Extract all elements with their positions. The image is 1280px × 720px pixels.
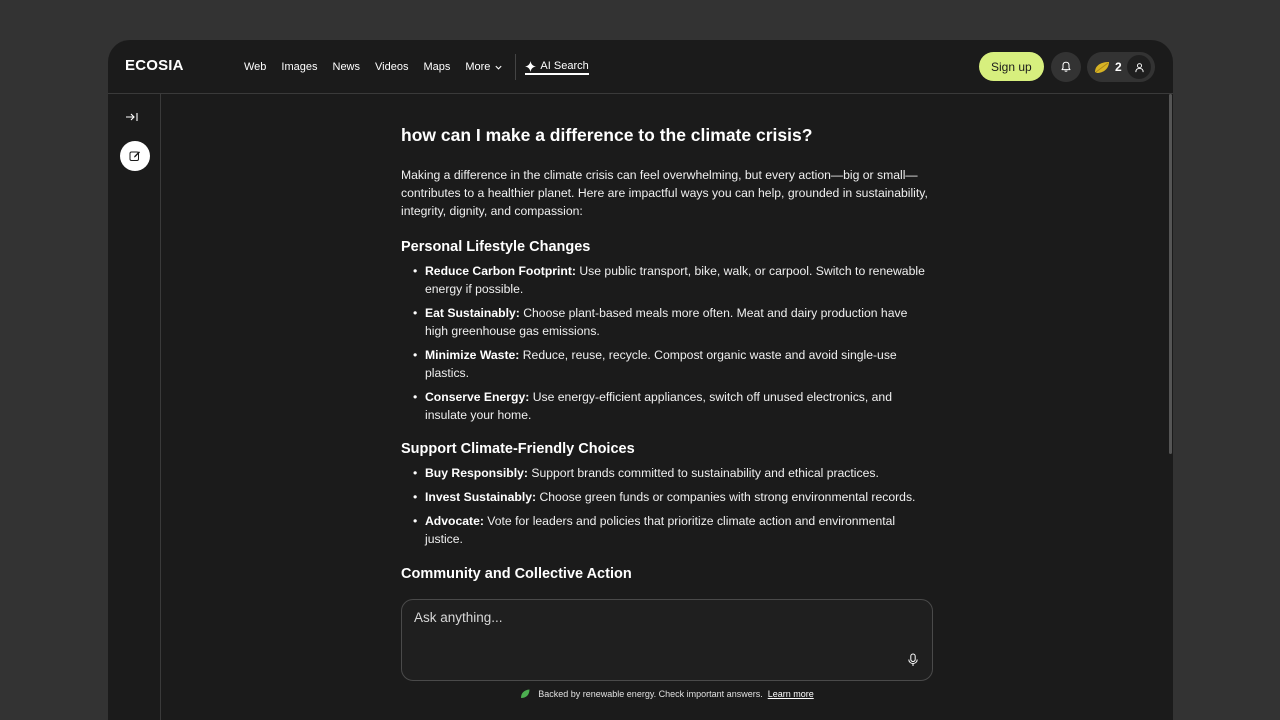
top-header: ECOSIA Web Images News Videos Maps More … [108, 40, 1173, 94]
tree-count: 2 [1115, 60, 1122, 74]
bullet-list: Reduce Carbon Footprint: Use public tran… [401, 262, 931, 424]
user-icon [1134, 62, 1144, 72]
list-item: Buy Responsibly: Support brands committe… [401, 464, 931, 482]
seed-icon [1095, 61, 1109, 73]
nav-news[interactable]: News [333, 61, 361, 73]
nav-ai-search-label: AI Search [540, 60, 589, 72]
nav-more-label: More [465, 61, 491, 73]
sidebar [108, 94, 161, 720]
notifications-button[interactable] [1051, 52, 1081, 82]
nav-maps[interactable]: Maps [423, 61, 450, 73]
item-term: Advocate: [425, 514, 484, 528]
list-item: Minimize Waste: Reduce, reuse, recycle. … [401, 346, 931, 382]
tree-counter[interactable]: 2 [1087, 52, 1155, 82]
new-chat-button[interactable] [120, 141, 150, 171]
nav-divider [515, 54, 517, 80]
item-term: Reduce Carbon Footprint: [425, 264, 576, 278]
nav-images[interactable]: Images [281, 61, 317, 73]
expand-sidebar-icon[interactable] [125, 110, 139, 124]
ecosia-logo[interactable]: ECOSIA [125, 57, 184, 74]
item-term: Conserve Energy: [425, 390, 530, 404]
sign-up-button[interactable]: Sign up [979, 52, 1044, 81]
footer-note: Backed by renewable energy. Check import… [401, 689, 933, 699]
nav-ai-search[interactable]: AI Search [525, 40, 590, 94]
item-term: Buy Responsibly: [425, 466, 528, 480]
item-text: Vote for leaders and policies that prior… [425, 514, 896, 546]
app-window: ECOSIA Web Images News Videos Maps More … [108, 40, 1173, 720]
list-item: Eat Sustainably: Choose plant-based meal… [401, 304, 931, 340]
nav-web[interactable]: Web [244, 61, 266, 73]
chevron-down-icon [495, 65, 503, 70]
item-term: Eat Sustainably: [425, 306, 520, 320]
nav-videos[interactable]: Videos [375, 61, 408, 73]
item-term: Invest Sustainably: [425, 490, 537, 504]
bell-icon [1061, 61, 1071, 72]
item-text: Choose green funds or companies with str… [536, 490, 916, 504]
section-heading: Personal Lifestyle Changes [401, 239, 591, 255]
item-text: Support brands committed to sustainabili… [527, 466, 879, 480]
list-item: Invest Sustainably: Choose green funds o… [401, 488, 931, 506]
search-nav: Web Images News Videos Maps More AI Sear… [244, 40, 590, 94]
microphone-icon[interactable] [907, 653, 919, 667]
learn-more-link[interactable]: Learn more [768, 689, 814, 699]
sparkle-icon [525, 60, 537, 72]
scrollbar[interactable] [1169, 94, 1172, 454]
section-heading: Support Climate-Friendly Choices [401, 441, 635, 457]
list-item: Advocate: Vote for leaders and policies … [401, 512, 931, 548]
bullet-list: Buy Responsibly: Support brands committe… [401, 464, 931, 548]
edit-icon [129, 151, 140, 161]
list-item: Conserve Energy: Use energy-efficient ap… [401, 388, 931, 424]
leaf-icon [521, 689, 530, 698]
account-button[interactable] [1127, 55, 1151, 79]
nav-more[interactable]: More [465, 61, 503, 73]
footer-text: Backed by renewable energy. Check import… [538, 689, 763, 699]
ask-input[interactable] [414, 610, 884, 625]
section-heading: Community and Collective Action [401, 566, 632, 582]
item-term: Minimize Waste: [425, 348, 520, 362]
answer-content: how can I make a difference to the clima… [401, 120, 931, 584]
list-item: Reduce Carbon Footprint: Use public tran… [401, 262, 931, 298]
ask-box [401, 599, 933, 681]
question-heading: how can I make a difference to the clima… [401, 125, 813, 145]
answer-intro: Making a difference in the climate crisi… [401, 168, 928, 218]
